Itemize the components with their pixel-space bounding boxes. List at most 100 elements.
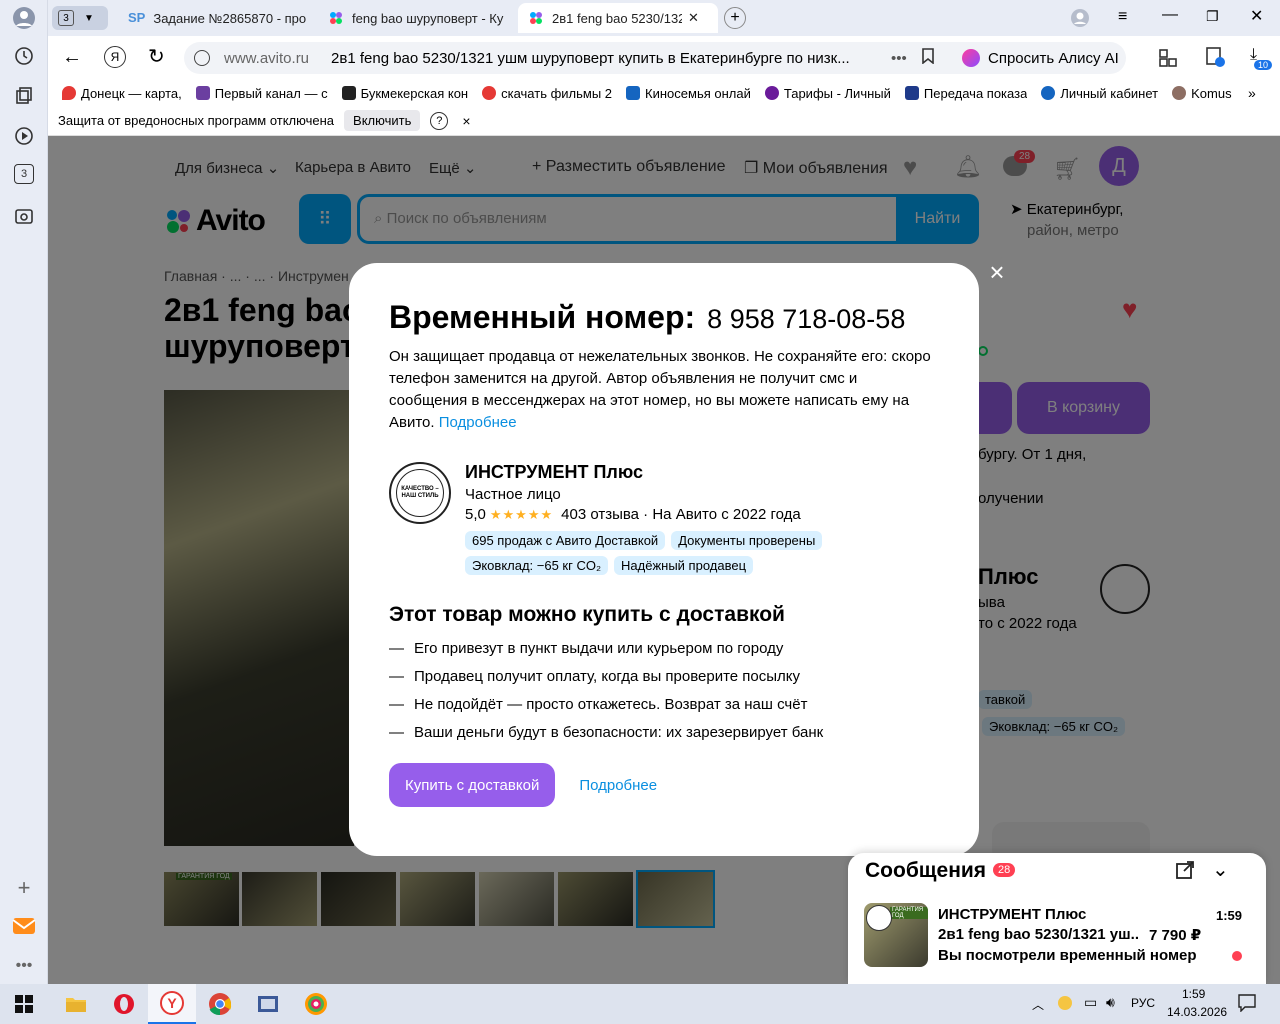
map-pin-icon (62, 86, 76, 100)
svg-text:Y: Y (167, 995, 177, 1011)
seller-name[interactable]: ИНСТРУМЕНТ Плюс (465, 462, 855, 483)
messages-title[interactable]: Сообщения (865, 859, 986, 883)
avito-favicon-icon (330, 12, 342, 24)
bookmark-icon[interactable] (921, 48, 935, 68)
komus-icon (1172, 86, 1187, 100)
enable-protection-button[interactable]: Включить (344, 110, 421, 131)
bookmark-item[interactable]: скачать фильмы 2 (482, 86, 612, 101)
seller-rating-row: 5,0 ★★★★★ 403 отзыва · На Авито с 2022 г… (465, 506, 855, 523)
restore-icon[interactable]: ❐ (1206, 8, 1219, 25)
bookmark-item[interactable]: Передача показа (904, 86, 1027, 101)
chrome-icon[interactable] (196, 984, 244, 1024)
back-icon[interactable]: ← (62, 46, 82, 69)
tab-strip: 3 ▼ SP Задание №2865870 - про feng bao ш… (48, 0, 1280, 36)
more-bookmarks-icon[interactable]: » (1248, 85, 1256, 101)
seller-logo[interactable]: КАЧЕСТВО – НАШ СТИЛЬ (389, 462, 451, 524)
open-external-icon[interactable] (1176, 861, 1194, 884)
history-icon[interactable] (12, 44, 36, 68)
bookmark-item[interactable]: Komus (1172, 86, 1232, 101)
windows-taskbar: Y ︿ ▭ 🔊︎ РУС 1:59 14.03.2026 (0, 984, 1280, 1024)
rating-stars-icon: ★★★★★ (489, 506, 554, 522)
more-info-link[interactable]: Подробнее (579, 777, 657, 794)
windows-start-icon[interactable] (0, 984, 48, 1024)
tab-1[interactable]: SP Задание №2865870 - про (118, 3, 318, 33)
delivery-heading: Этот товар можно купить с доставкой (389, 603, 785, 626)
seller-tag: Эковклад: −65 кг CO₂ (465, 556, 609, 575)
tab-2[interactable]: feng bao шуруповерт - Ку (318, 3, 518, 33)
unread-dot (1232, 951, 1242, 961)
color-app-icon[interactable] (292, 984, 340, 1024)
bookmark-item[interactable]: Букмекерская кон (341, 86, 468, 101)
seller-tag: Документы проверены (671, 531, 823, 550)
security-infobar: Защита от вредоносных программ отключена… (48, 106, 1280, 136)
more-icon[interactable]: ••• (12, 954, 36, 978)
menu-icon[interactable]: ≡ (1118, 8, 1127, 26)
new-tab-button[interactable]: + (724, 7, 746, 29)
opera-icon[interactable] (100, 984, 148, 1024)
bookmark-item[interactable]: Личный кабинет (1041, 86, 1158, 101)
close-window-icon[interactable]: ✕ (1250, 6, 1263, 26)
close-modal-icon[interactable]: × (985, 259, 1009, 285)
notifications-center-icon[interactable] (1238, 994, 1256, 1017)
mail-icon[interactable] (12, 914, 36, 938)
list-item: Продавец получит оплату, когда вы провер… (389, 663, 939, 691)
volume-icon[interactable]: 🔊︎ (1106, 994, 1115, 1011)
protect-icon[interactable] (1204, 46, 1226, 73)
temporary-number-modal: Временный номер: 8 958 718-08-58 Он защи… (349, 263, 979, 856)
buy-with-delivery-button[interactable]: Купить с доставкой (389, 763, 556, 807)
tab-label: feng bao шуруповерт - Ку (352, 10, 504, 26)
image-app-icon[interactable] (244, 984, 292, 1024)
account-icon[interactable] (1070, 8, 1090, 33)
bookmaker-icon (341, 86, 356, 100)
help-icon[interactable]: ? (430, 111, 449, 130)
tab-3-active[interactable]: 2в1 feng bao 5230/132 ✕ (518, 3, 718, 33)
water-drop-icon (1041, 86, 1056, 100)
monitor-icon (626, 86, 641, 100)
tab-group-switcher[interactable]: 3 ▼ (52, 6, 108, 30)
close-tab-icon[interactable]: ✕ (688, 10, 699, 26)
collections-icon[interactable] (12, 84, 36, 108)
minimize-icon[interactable]: — (1162, 6, 1178, 24)
list-item: Ваши деньги будут в безопасности: их зар… (389, 719, 939, 747)
rating-value: 5,0 (465, 506, 486, 523)
extensions-icon[interactable] (1158, 48, 1178, 73)
bookmark-item[interactable]: Киносемья онлай (626, 86, 751, 101)
keyboard-language[interactable]: РУС (1131, 996, 1155, 1010)
meter-icon (904, 86, 919, 100)
network-icon[interactable]: ▭ (1084, 994, 1097, 1011)
profile-icon[interactable] (12, 6, 36, 30)
avito-favicon-icon (530, 12, 542, 24)
add-panel-icon[interactable]: + (12, 875, 36, 900)
seller-card: КАЧЕСТВО – НАШ СТИЛЬ ИНСТРУМЕНТ Плюс Час… (389, 462, 939, 581)
tab-label: 2в1 feng bao 5230/132 (552, 10, 682, 26)
temporary-phone-number: 8 958 718-08-58 (707, 304, 906, 334)
reload-icon[interactable]: ↻ (148, 44, 165, 69)
screenshot-icon[interactable] (12, 204, 36, 228)
tray-app-icon[interactable] (1058, 996, 1072, 1010)
bookmark-item[interactable]: Донецк — карта, (62, 86, 182, 101)
message-thumbnail[interactable]: ГАРАНТИЯ ГОД (864, 903, 928, 967)
reviews-count[interactable]: 403 отзыва · На Авито с 2022 года (561, 506, 801, 523)
close-infobar-icon[interactable]: × (462, 113, 470, 129)
tray-chevron-up-icon[interactable]: ︿ (1032, 996, 1044, 1013)
site-info-icon[interactable] (194, 50, 210, 66)
description-more-link[interactable]: Подробнее (439, 414, 517, 431)
bookmark-item[interactable]: Первый канал — с (195, 86, 328, 101)
rail-tab-counter[interactable]: 3 (14, 164, 34, 184)
alice-button[interactable]: Спросить Алису AI (954, 42, 1126, 74)
modal-actions: Купить с доставкой Подробнее (389, 763, 939, 807)
yandex-browser-icon[interactable]: Y (148, 984, 196, 1024)
address-bar[interactable]: www.avito.ru 2в1 feng bao 5230/1321 ушм … (184, 42, 994, 74)
video-icon[interactable] (12, 124, 36, 148)
clock-time[interactable]: 1:59 (1182, 987, 1205, 1001)
yandex-icon[interactable]: Я (104, 46, 126, 68)
address-title: 2в1 feng bao 5230/1321 ушм шуруповерт ку… (331, 49, 850, 67)
bookmark-item[interactable]: Тарифы - Личный (764, 86, 891, 101)
page-menu-icon[interactable]: ••• (891, 50, 907, 67)
message-price: 7 790 ₽ (1149, 927, 1202, 944)
collapse-chevron-icon[interactable]: ⌄ (1212, 857, 1229, 882)
seller-info: ИНСТРУМЕНТ Плюс Частное лицо 5,0 ★★★★★ 4… (465, 462, 855, 581)
clock-date[interactable]: 14.03.2026 (1167, 1005, 1227, 1019)
file-explorer-icon[interactable] (52, 984, 100, 1024)
tariff-icon (764, 86, 779, 100)
